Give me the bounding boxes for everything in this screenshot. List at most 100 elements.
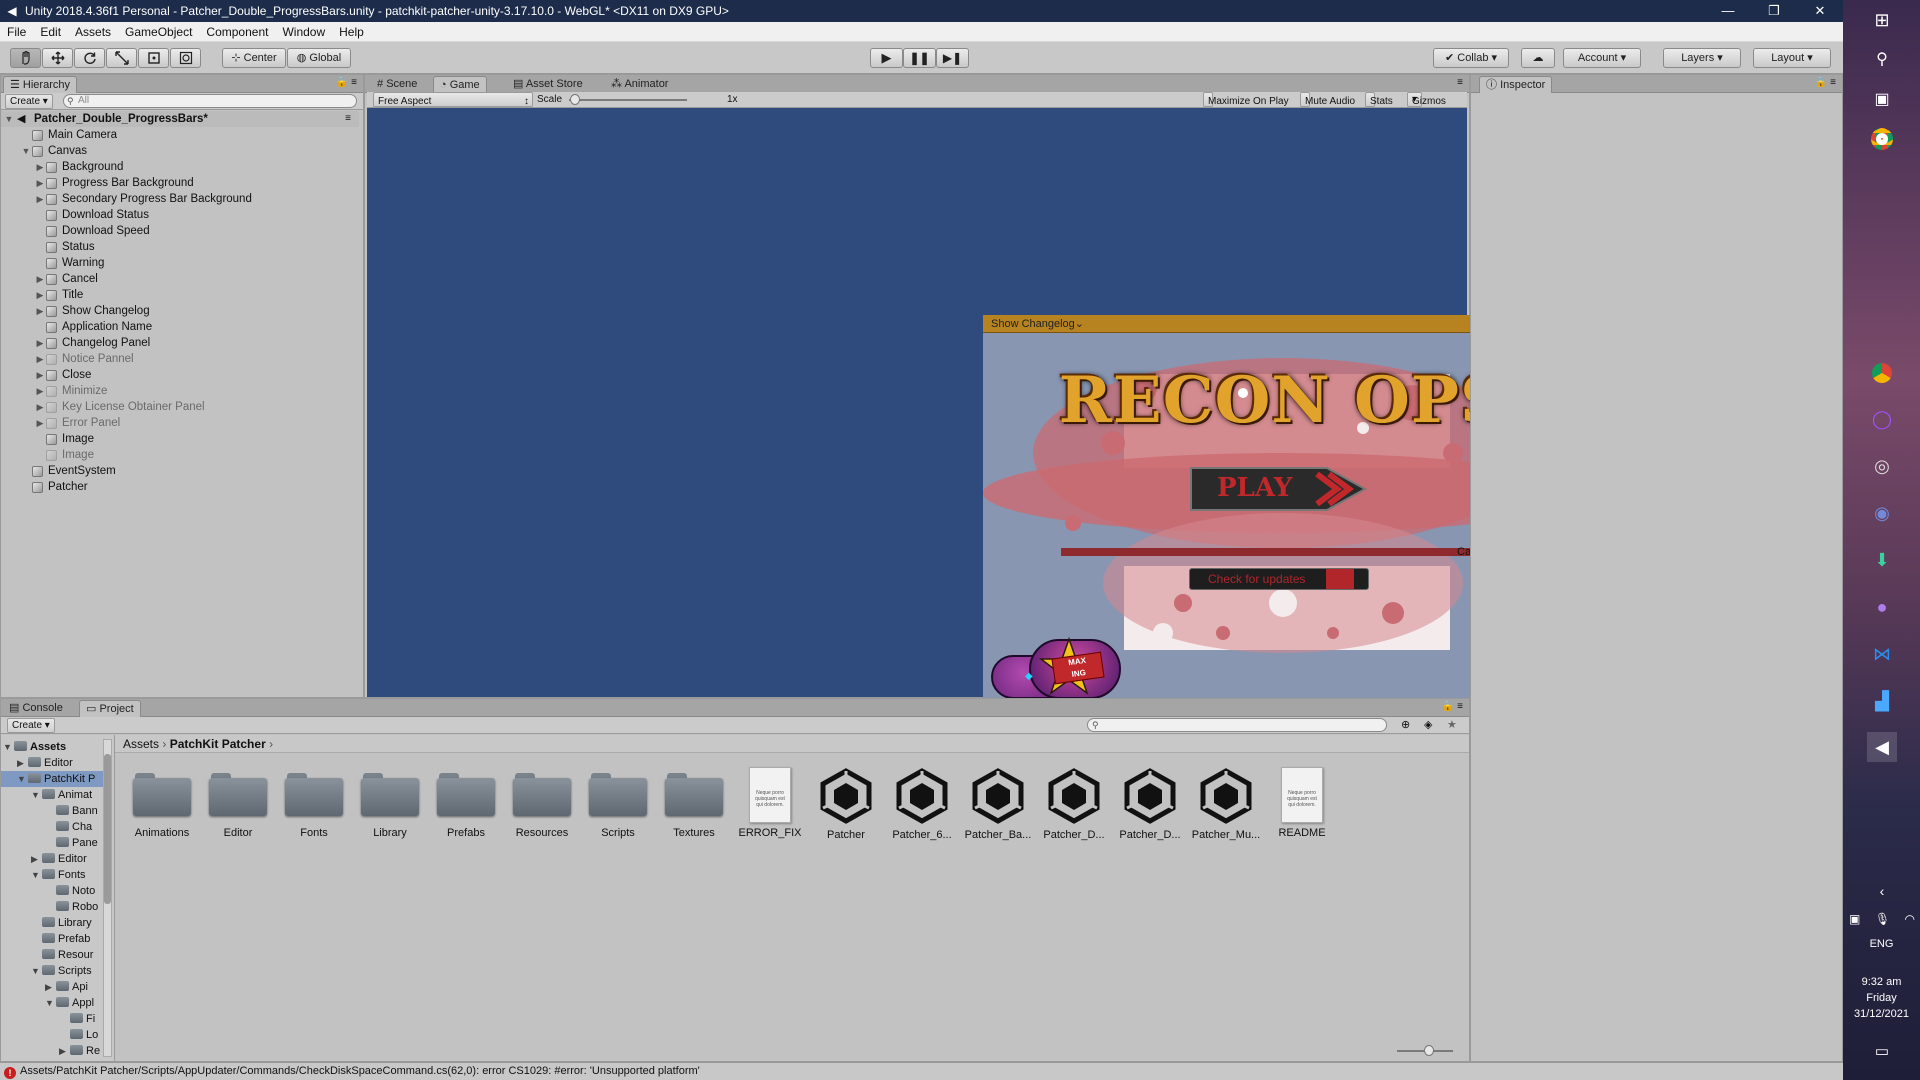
menu-window[interactable]: Window <box>275 25 332 39</box>
rect-tool-button[interactable] <box>138 48 169 68</box>
cloud-button[interactable]: ☁ <box>1521 48 1555 68</box>
aspect-dropdown[interactable]: Free Aspect ↕ <box>373 92 533 107</box>
tab-scene[interactable]: # Scene <box>371 76 423 93</box>
minimize-button[interactable]: — <box>1705 0 1751 22</box>
hierarchy-item[interactable]: ▶ Progress Bar Background <box>1 175 359 191</box>
tab-hierarchy[interactable]: ☰ Hierarchy <box>3 76 77 93</box>
pivot-center-button[interactable]: ⊹ Center <box>222 48 286 68</box>
hierarchy-item[interactable]: ▶ Show Changelog <box>1 303 359 319</box>
collab-dropdown[interactable]: ✔ Collab ▾ <box>1433 48 1509 68</box>
close-window-button[interactable]: ✕ <box>1797 0 1843 22</box>
hierarchy-item[interactable]: ▶ Notice Pannel <box>1 351 359 367</box>
project-create-button[interactable]: Create ▾ <box>7 718 55 733</box>
panel-menu-icon[interactable]: 🔒 ≡ <box>336 77 357 88</box>
project-menu-icon[interactable]: 🔒 ≡ <box>1442 701 1463 712</box>
expand-arrow-icon[interactable]: ▶ <box>17 755 28 771</box>
hierarchy-item[interactable]: Image <box>1 447 359 463</box>
menu-assets[interactable]: Assets <box>68 25 118 39</box>
collapse-arrow-icon[interactable]: ▼ <box>45 995 56 1011</box>
restore-button[interactable]: ❐ <box>1751 0 1797 22</box>
expand-arrow-icon[interactable]: ▶ <box>34 159 46 175</box>
collapse-arrow-icon[interactable]: ▼ <box>31 787 42 803</box>
check-updates-button[interactable]: Check for updates <box>1189 568 1369 590</box>
collapse-arrow-icon[interactable]: ▼ <box>31 867 42 883</box>
tree-item[interactable]: ▼ Assets <box>3 739 66 755</box>
tree-item[interactable]: Robo <box>45 899 98 915</box>
hierarchy-item[interactable]: ▶ Cancel <box>1 271 359 287</box>
unity-taskbar-icon[interactable]: ◀ <box>1867 732 1897 762</box>
expand-arrow-icon[interactable]: ▶ <box>34 383 46 399</box>
installer-icon[interactable]: ⬇ <box>1867 545 1897 575</box>
collapse-arrow-icon[interactable]: ▼ <box>17 771 28 787</box>
status-bar[interactable]: ! Assets/PatchKit Patcher/Scripts/AppUpda… <box>0 1062 1843 1080</box>
step-button[interactable]: ▶❚ <box>936 48 969 68</box>
tray-icons[interactable]: ▣ 🎙 ◠ <box>1849 904 1915 934</box>
hierarchy-item[interactable]: ▶ Changelog Panel <box>1 335 359 351</box>
favorite-star-icon[interactable]: ★ <box>1447 718 1457 731</box>
expand-arrow-icon[interactable]: ▶ <box>34 415 46 431</box>
pivot-global-button[interactable]: ◍ Global <box>287 48 351 68</box>
hierarchy-item[interactable]: ▶ Secondary Progress Bar Background <box>1 191 359 207</box>
tree-item[interactable]: Fi <box>59 1011 95 1027</box>
menu-edit[interactable]: Edit <box>33 25 68 39</box>
asset-doc[interactable]: Neque porro quisquam est qui dolorem. ERR… <box>735 767 805 839</box>
tree-item[interactable]: Library <box>31 915 92 931</box>
tree-item[interactable]: ▶ Api <box>45 979 88 995</box>
scene-menu-icon[interactable]: ≡ <box>345 111 351 127</box>
scale-tool-button[interactable] <box>106 48 137 68</box>
windows-start-icon[interactable]: ⊞ <box>1867 5 1897 35</box>
hierarchy-item[interactable]: EventSystem <box>1 463 359 479</box>
tree-item[interactable]: ▶ Editor <box>31 851 87 867</box>
asset-unity[interactable]: Patcher_Mu... <box>1191 767 1261 841</box>
breadcrumb-assets[interactable]: Assets <box>123 737 159 751</box>
inspector-menu-icon[interactable]: 🔒 ≡ <box>1815 77 1836 88</box>
expand-arrow-icon[interactable]: ▶ <box>34 271 46 287</box>
hierarchy-item[interactable]: Download Speed <box>1 223 359 239</box>
chrome-icon-2[interactable] <box>1867 358 1897 388</box>
search-icon[interactable]: ⚲ <box>1867 44 1897 74</box>
asset-unity[interactable]: Patcher_D... <box>1115 767 1185 841</box>
hierarchy-item[interactable]: ▶ Minimize <box>1 383 359 399</box>
pause-button[interactable]: ❚❚ <box>903 48 936 68</box>
obs-icon[interactable]: ◎ <box>1867 451 1897 481</box>
scale-slider-thumb[interactable] <box>570 94 580 105</box>
play-button[interactable]: PLAY <box>1189 466 1369 512</box>
hierarchy-item[interactable]: ▼ Canvas <box>1 143 359 159</box>
asset-folder[interactable]: Textures <box>659 773 729 839</box>
menu-gameobject[interactable]: GameObject <box>118 25 199 39</box>
collapse-arrow-icon[interactable]: ▼ <box>31 963 42 979</box>
tree-item[interactable]: Bann <box>45 803 98 819</box>
tree-item[interactable]: Noto <box>45 883 95 899</box>
hierarchy-item[interactable]: ▶ Title <box>1 287 359 303</box>
discord-icon[interactable]: ◉ <box>1867 498 1897 528</box>
expand-arrow-icon[interactable]: ▶ <box>34 399 46 415</box>
layers-dropdown[interactable]: Layers ▾ <box>1663 48 1741 68</box>
layout-dropdown[interactable]: Layout ▾ <box>1753 48 1831 68</box>
filter-type-icon[interactable]: ⊕ <box>1401 718 1410 731</box>
expand-arrow-icon[interactable]: ▶ <box>59 1043 70 1059</box>
expand-arrow-icon[interactable]: ▶ <box>45 979 56 995</box>
asset-folder[interactable]: Resources <box>507 773 577 839</box>
hierarchy-item[interactable]: Image <box>1 431 359 447</box>
collapse-arrow-icon[interactable]: ▼ <box>3 111 15 127</box>
play-button[interactable]: ▶ <box>870 48 903 68</box>
game-panel-menu-icon[interactable]: ≡ <box>1457 77 1463 88</box>
expand-arrow-icon[interactable]: ▶ <box>34 191 46 207</box>
asset-folder[interactable]: Prefabs <box>431 773 501 839</box>
asset-folder[interactable]: Library <box>355 773 425 839</box>
tree-item[interactable]: ▶ Editor <box>17 755 73 771</box>
menu-file[interactable]: File <box>0 25 33 39</box>
hierarchy-item[interactable]: ▶ Close <box>1 367 359 383</box>
tab-asset-store[interactable]: ▤ Asset Store <box>507 76 589 93</box>
hierarchy-item[interactable]: ▶ Key License Obtainer Panel <box>1 399 359 415</box>
chevron-up-icon[interactable]: ‹ <box>1867 876 1897 906</box>
chrome-icon[interactable] <box>1867 124 1897 154</box>
tree-scroll-thumb[interactable] <box>104 754 111 904</box>
tab-game[interactable]: ◔ Game <box>433 76 487 93</box>
tab-animator[interactable]: ⁂ Animator <box>605 76 674 93</box>
transform-tool-button[interactable] <box>170 48 201 68</box>
hierarchy-item[interactable]: Download Status <box>1 207 359 223</box>
game-view[interactable]: Show Changelog⌄ ✕ RECON OPS <box>367 108 1583 706</box>
scale-slider-track[interactable] <box>569 99 687 101</box>
asset-unity[interactable]: Patcher_D... <box>1039 767 1109 841</box>
